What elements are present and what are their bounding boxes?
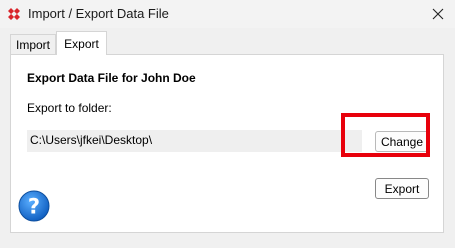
app-icon bbox=[6, 6, 22, 22]
tab-import[interactable]: Import bbox=[10, 34, 56, 54]
change-folder-button[interactable]: Change bbox=[375, 131, 429, 152]
close-button[interactable] bbox=[421, 0, 455, 28]
export-folder-path-field: C:\Users\jfkei\Desktop\ bbox=[27, 130, 362, 152]
title-bar: Import / Export Data File bbox=[0, 0, 455, 28]
close-icon bbox=[432, 8, 444, 20]
help-icon[interactable]: ? bbox=[17, 189, 51, 223]
tab-export[interactable]: Export bbox=[56, 31, 107, 55]
import-export-dialog: Import / Export Data File Import Export … bbox=[0, 0, 455, 248]
window-title: Import / Export Data File bbox=[28, 6, 169, 21]
tab-export-label: Export bbox=[64, 36, 99, 51]
export-button[interactable]: Export bbox=[375, 178, 429, 199]
export-panel: Export Data File for John Doe Export to … bbox=[10, 54, 444, 233]
export-folder-label: Export to folder: bbox=[27, 101, 112, 115]
svg-text:?: ? bbox=[28, 195, 40, 219]
export-heading: Export Data File for John Doe bbox=[27, 71, 196, 85]
tab-import-label: Import bbox=[15, 37, 50, 52]
